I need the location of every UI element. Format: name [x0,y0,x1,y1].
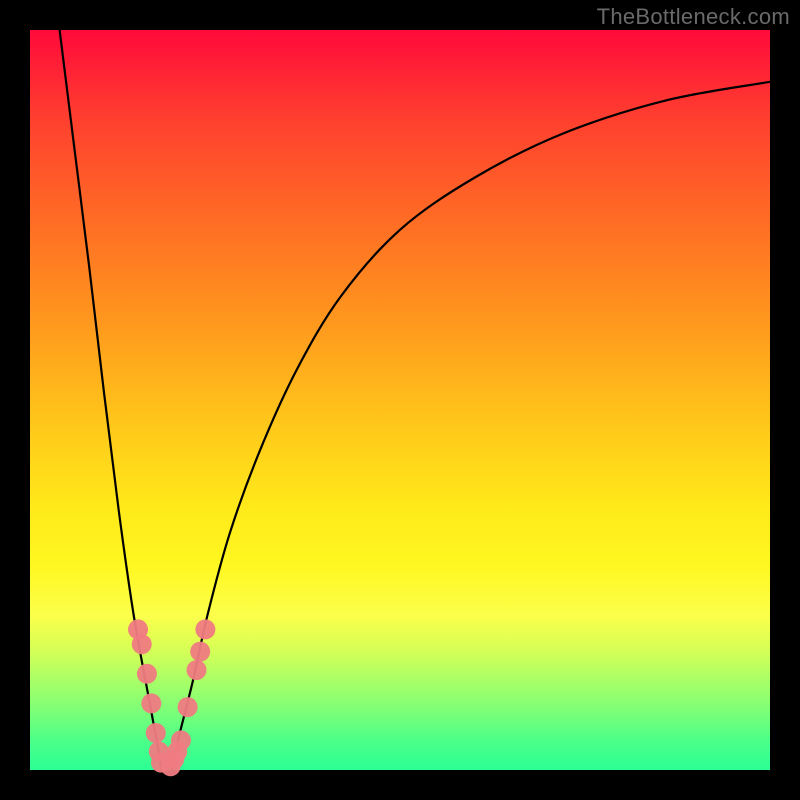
data-marker [178,697,198,717]
curve-right [172,82,770,770]
chart-svg [30,30,770,770]
curve-left [60,30,162,770]
watermark-text: TheBottleneck.com [597,4,790,30]
data-marker [146,723,166,743]
data-marker [195,619,215,639]
chart-frame: TheBottleneck.com [0,0,800,800]
data-marker [141,693,161,713]
plot-area [30,30,770,770]
data-marker [187,660,207,680]
data-marker [137,664,157,684]
data-marker [190,642,210,662]
marker-group [128,619,215,776]
data-marker [171,730,191,750]
data-marker [132,634,152,654]
